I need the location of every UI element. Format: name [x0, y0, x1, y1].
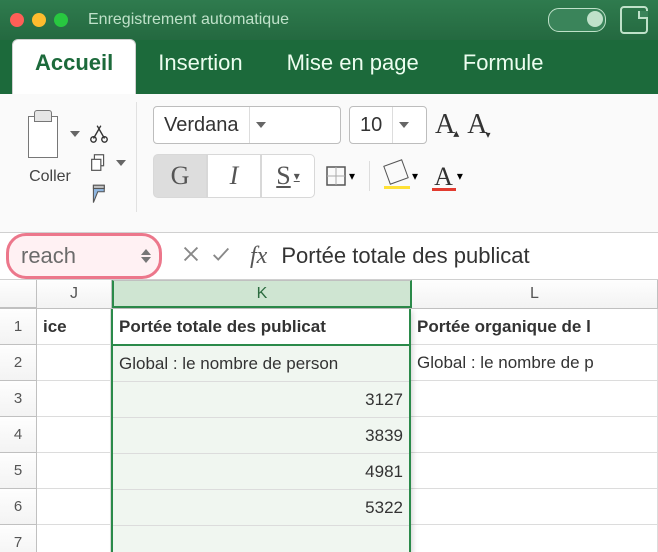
cell[interactable]: 4981: [113, 454, 409, 490]
format-painter[interactable]: [88, 182, 126, 213]
name-box[interactable]: reach: [6, 233, 162, 279]
formula-bar: reach fx Portée totale des publicat: [0, 233, 658, 280]
font-color-button[interactable]: A▾: [426, 162, 471, 190]
cell[interactable]: [37, 489, 111, 525]
tab-accueil[interactable]: Accueil: [12, 39, 136, 94]
autosave-toggle[interactable]: [548, 8, 606, 32]
spreadsheet: J K L 1 2 3 4 5 6 7 ice Portée totale de…: [0, 280, 658, 552]
ribbon-tabs: Accueil Insertion Mise en page Formule: [0, 40, 658, 94]
confirm-edit[interactable]: [210, 243, 232, 270]
cell[interactable]: [411, 381, 658, 417]
zoom-window[interactable]: [54, 13, 68, 27]
titlebar: Enregistrement automatique: [0, 0, 658, 40]
cell[interactable]: [37, 525, 111, 552]
cell[interactable]: 3127: [113, 382, 409, 418]
row-header[interactable]: 4: [0, 417, 36, 453]
fill-color-button[interactable]: ▾: [376, 162, 426, 190]
col-header-L[interactable]: L: [412, 280, 658, 308]
minimize-window[interactable]: [32, 13, 46, 27]
cut-button[interactable]: [88, 122, 126, 144]
col-header-K[interactable]: K: [112, 280, 412, 308]
cell[interactable]: [37, 381, 111, 417]
cell[interactable]: 3839: [113, 418, 409, 454]
paste-button[interactable]: [20, 106, 64, 162]
ribbon: Coller Verdana 10 A▴ A▾ G I S▾ ▾ ▾ A▾: [0, 94, 658, 233]
font-size-select[interactable]: 10: [349, 106, 427, 144]
grow-font[interactable]: A▴: [435, 109, 459, 141]
font-family-select[interactable]: Verdana: [153, 106, 341, 144]
italic-button[interactable]: I: [207, 154, 261, 198]
select-all[interactable]: [0, 280, 37, 308]
cell[interactable]: [37, 345, 111, 381]
autosave-label: Enregistrement automatique: [88, 11, 289, 29]
cell[interactable]: Portée totale des publicat: [113, 309, 409, 346]
paste-dropdown[interactable]: [70, 131, 80, 137]
fx-label[interactable]: fx: [250, 243, 267, 270]
row-header[interactable]: 2: [0, 345, 36, 381]
row-header[interactable]: 1: [0, 309, 36, 345]
cancel-edit[interactable]: [180, 243, 202, 270]
border-button[interactable]: ▾: [315, 163, 363, 189]
bold-button[interactable]: G: [153, 154, 207, 198]
cell[interactable]: [37, 453, 111, 489]
cell[interactable]: [37, 417, 111, 453]
row-header[interactable]: 6: [0, 489, 36, 525]
cell[interactable]: [411, 417, 658, 453]
copy-button[interactable]: [88, 152, 126, 174]
row-header[interactable]: 3: [0, 381, 36, 417]
cell[interactable]: [411, 525, 658, 552]
shrink-font[interactable]: A▾: [467, 109, 490, 141]
underline-button[interactable]: S▾: [261, 154, 315, 198]
cell[interactable]: ice: [37, 309, 111, 345]
cell[interactable]: Global : le nombre de p: [411, 345, 658, 381]
cell[interactable]: [411, 453, 658, 489]
tab-insertion[interactable]: Insertion: [136, 40, 264, 94]
tab-mise-en-page[interactable]: Mise en page: [265, 40, 441, 94]
cell[interactable]: [411, 489, 658, 525]
save-icon[interactable]: [620, 6, 648, 34]
cell[interactable]: 5322: [113, 490, 409, 526]
formula-input[interactable]: Portée totale des publicat: [281, 243, 529, 269]
close-window[interactable]: [10, 13, 24, 27]
row-headers: 1 2 3 4 5 6 7: [0, 309, 37, 552]
col-header-J[interactable]: J: [37, 280, 112, 308]
bucket-icon: [384, 162, 412, 190]
row-header[interactable]: 7: [0, 525, 36, 552]
tab-formule[interactable]: Formule: [441, 40, 566, 94]
cell[interactable]: Global : le nombre de person: [113, 346, 409, 382]
row-header[interactable]: 5: [0, 453, 36, 489]
cell[interactable]: Portée organique de l: [411, 309, 658, 345]
paste-label: Coller: [29, 168, 71, 186]
cell[interactable]: [113, 526, 409, 552]
